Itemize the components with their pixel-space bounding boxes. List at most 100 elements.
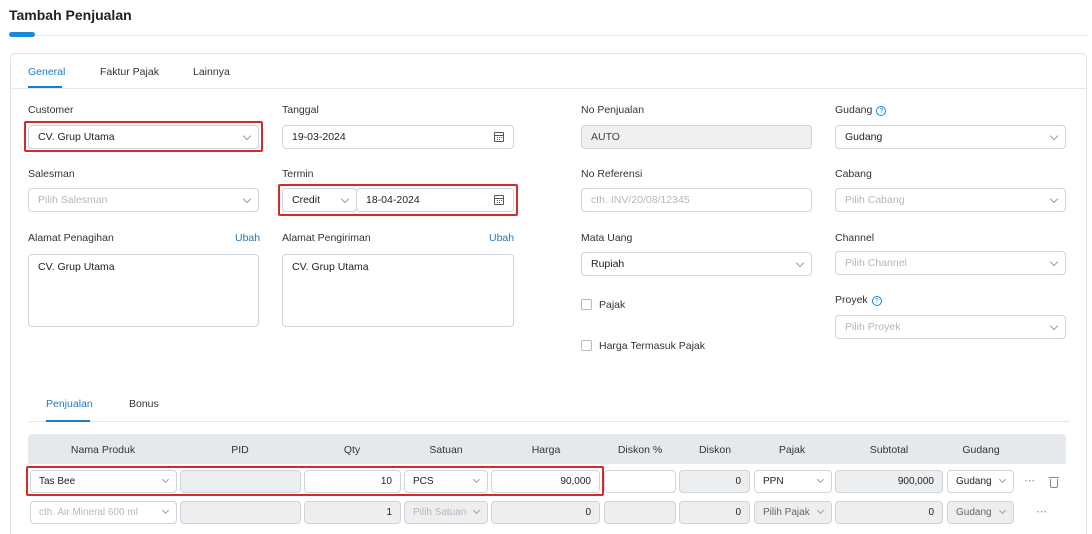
no-referensi-input[interactable]: cth. INV/20/08/12345: [581, 188, 812, 212]
tab-lainnya[interactable]: Lainnya: [193, 66, 230, 78]
row2-more-icon[interactable]: ⋯: [1036, 505, 1048, 518]
row2-qty-value: 1: [386, 507, 392, 518]
no-penjualan-label: No Penjualan: [581, 104, 645, 116]
proyek-select[interactable]: Pilih Proyek: [835, 315, 1066, 339]
row1-subtotal-value: 900,000: [897, 476, 934, 487]
row1-trash-icon[interactable]: [1049, 477, 1059, 488]
tab-penjualan[interactable]: Penjualan: [46, 398, 93, 410]
row2-produk-placeholder: cth. Air Mineral 600 ml: [39, 507, 138, 518]
row2-harga-input[interactable]: 0: [491, 501, 600, 524]
row2-satuan-placeholder: Pilih Satuan: [413, 507, 467, 518]
customer-highlight: [24, 121, 263, 152]
help-icon[interactable]: ?: [876, 106, 887, 116]
sub-tab-active-indicator: [46, 420, 90, 422]
harga-termasuk-pajak-label: Harga Termasuk Pajak: [599, 340, 706, 352]
tanggal-date-input[interactable]: 19-03-2024: [282, 125, 514, 149]
chevron-down-icon: [1049, 131, 1059, 141]
no-referensi-placeholder: cth. INV/20/08/12345: [591, 194, 690, 206]
row2-subtotal-field: 0: [835, 501, 943, 524]
row1-highlight: [26, 466, 604, 496]
help-icon[interactable]: ?: [871, 296, 882, 306]
chevron-down-icon: [998, 475, 1007, 484]
calendar-icon[interactable]: [494, 132, 504, 142]
chevron-down-icon: [1049, 321, 1059, 331]
pajak-checkbox[interactable]: [581, 299, 592, 310]
gudang-label: Gudang?: [835, 104, 887, 116]
header-satuan: Satuan: [429, 444, 463, 456]
pajak-label: Pajak: [599, 299, 626, 311]
chevron-down-icon: [1049, 257, 1059, 267]
chevron-down-icon: [1049, 194, 1059, 204]
salesman-label: Salesman: [28, 168, 75, 180]
header-diskon: Diskon: [698, 444, 732, 456]
row2-produk-select[interactable]: cth. Air Mineral 600 ml: [30, 501, 177, 524]
tab-bar: General Faktur Pajak Lainnya: [10, 53, 1087, 89]
row1-pajak-select[interactable]: PPN: [754, 470, 832, 493]
header-harga: Harga: [531, 444, 561, 456]
row2-satuan-select[interactable]: Pilih Satuan: [404, 501, 488, 524]
tab-general[interactable]: General: [28, 66, 65, 78]
salesman-placeholder: Pilih Salesman: [38, 194, 108, 206]
cabang-select[interactable]: Pilih Cabang: [835, 188, 1066, 212]
chevron-down-icon: [472, 506, 481, 515]
header-pajak: Pajak: [778, 444, 806, 456]
row2-qty-input[interactable]: 1: [304, 501, 401, 524]
row1-more-icon[interactable]: ⋯: [1024, 474, 1036, 487]
row1-diskon-pct-input[interactable]: [604, 470, 676, 493]
row2-pajak-select[interactable]: Pilih Pajak: [754, 501, 832, 524]
no-penjualan-value: AUTO: [591, 131, 620, 143]
no-penjualan-field: AUTO: [581, 125, 812, 149]
alamat-penagihan-textarea[interactable]: CV. Grup Utama: [28, 254, 259, 327]
cabang-placeholder: Pilih Cabang: [845, 194, 905, 206]
alamat-pengiriman-label: Alamat Pengiriman: [282, 232, 371, 244]
row1-subtotal-field: 900,000: [835, 470, 943, 493]
tanggal-label: Tanggal: [282, 104, 319, 116]
alamat-penagihan-value: CV. Grup Utama: [38, 261, 115, 273]
termin-label: Termin: [282, 168, 314, 180]
row1-diskon-value: 0: [735, 476, 741, 487]
no-referensi-label: No Referensi: [581, 168, 643, 180]
mata-uang-label: Mata Uang: [581, 232, 633, 244]
header-pid: PID: [231, 444, 249, 456]
gudang-value: Gudang: [845, 131, 883, 143]
tab-active-indicator: [28, 86, 62, 88]
chevron-down-icon: [816, 506, 825, 515]
tanggal-value: 19-03-2024: [292, 131, 346, 143]
gudang-select[interactable]: Gudang: [835, 125, 1066, 149]
sub-tab-divider: [28, 421, 1070, 422]
alamat-pengiriman-ubah-link[interactable]: Ubah: [489, 232, 514, 244]
title-accent: [9, 32, 35, 37]
header-qty: Qty: [343, 444, 361, 456]
alamat-pengiriman-value: CV. Grup Utama: [292, 261, 369, 273]
chevron-down-icon: [242, 194, 252, 204]
row1-gudang-select[interactable]: Gudang: [947, 470, 1014, 493]
mata-uang-select[interactable]: Rupiah: [581, 252, 812, 276]
alamat-penagihan-label: Alamat Penagihan: [28, 232, 114, 244]
row2-diskon-pct-input[interactable]: [604, 501, 676, 524]
channel-placeholder: Pilih Channel: [845, 257, 907, 269]
chevron-down-icon: [998, 506, 1007, 515]
chevron-down-icon: [161, 506, 170, 515]
alamat-penagihan-ubah-link[interactable]: Ubah: [235, 232, 260, 244]
proyek-label: Proyek?: [835, 294, 882, 306]
customer-label: Customer: [28, 104, 74, 116]
alamat-pengiriman-textarea[interactable]: CV. Grup Utama: [282, 254, 514, 327]
row2-diskon-value: 0: [735, 507, 741, 518]
row2-gudang-select[interactable]: Gudang: [947, 501, 1014, 524]
row2-gudang-value: Gudang: [956, 507, 992, 518]
title-divider: [9, 35, 1087, 36]
termin-highlight: [278, 184, 518, 216]
header-nama-produk: Nama Produk: [70, 444, 136, 456]
tab-faktur-pajak[interactable]: Faktur Pajak: [100, 66, 159, 78]
row1-pajak-value: PPN: [763, 476, 784, 487]
harga-termasuk-pajak-checkbox[interactable]: [581, 340, 592, 351]
proyek-placeholder: Pilih Proyek: [845, 321, 901, 333]
row2-harga-value: 0: [585, 507, 591, 518]
channel-select[interactable]: Pilih Channel: [835, 251, 1066, 275]
table-header: Nama Produk PID Qty Satuan Harga Diskon …: [28, 434, 1066, 464]
salesman-select[interactable]: Pilih Salesman: [28, 188, 259, 212]
row2-diskon-field: 0: [679, 501, 750, 524]
row2-subtotal-value: 0: [928, 507, 934, 518]
tab-bonus[interactable]: Bonus: [129, 398, 159, 410]
row2-pajak-placeholder: Pilih Pajak: [763, 507, 810, 518]
